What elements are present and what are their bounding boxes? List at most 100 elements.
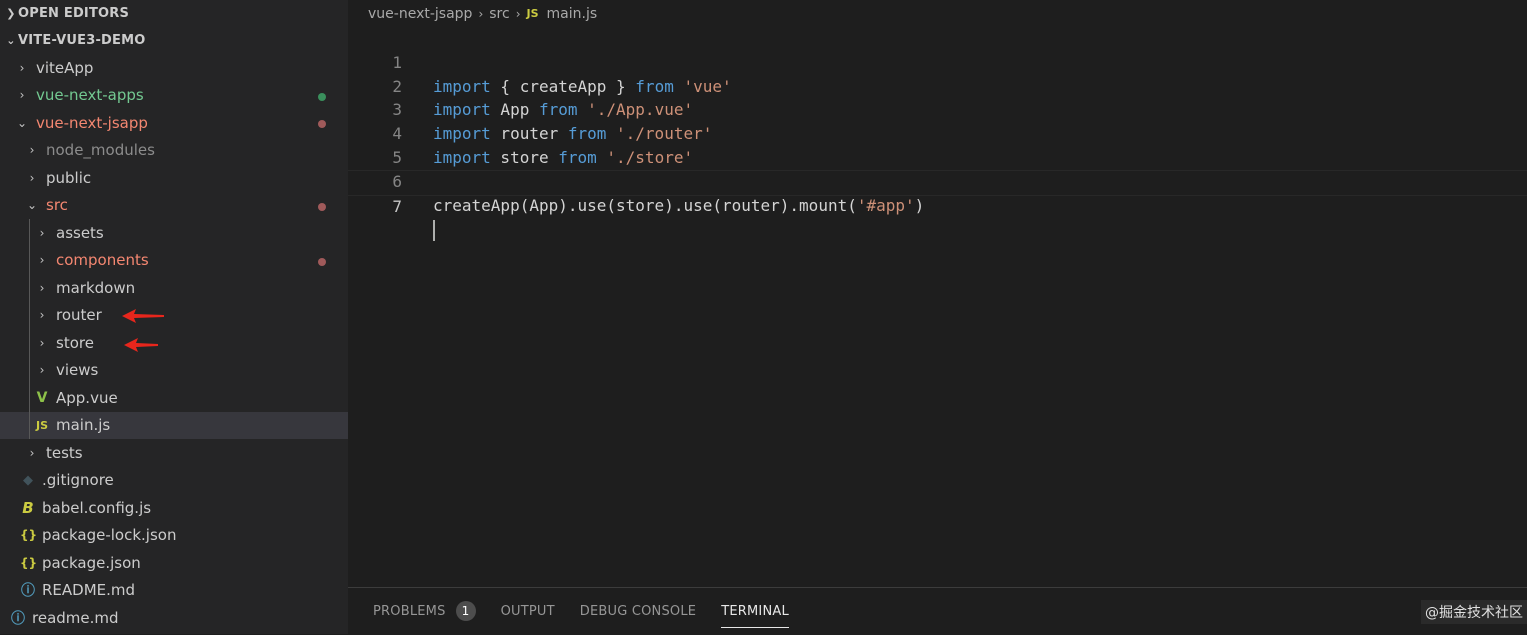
tree-item-label: main.js: [56, 416, 111, 435]
tab-label: OUTPUT: [500, 603, 555, 619]
chevron-right-icon: ›: [39, 308, 45, 323]
indent-guide: [29, 411, 30, 439]
watermark: @掘金技术社区: [1421, 600, 1527, 624]
breadcrumb-file[interactable]: main.js: [547, 6, 598, 22]
chevron-down-icon: ⌄: [26, 198, 38, 213]
tree-item-label: views: [56, 361, 99, 380]
tab-debug-console[interactable]: DEBUG CONSOLE: [580, 588, 696, 634]
json-file-icon: {}: [20, 528, 38, 543]
git-modified-dot: [318, 202, 326, 211]
tree-item-readme-upper[interactable]: ⓘ README.md: [0, 577, 348, 605]
tree-item-src[interactable]: ⌄ src: [0, 192, 348, 220]
tree-item-public[interactable]: › public: [0, 164, 348, 192]
chevron-down-icon: ⌄: [16, 115, 28, 130]
code-editor[interactable]: 1 import { createApp } from 'vue' 2 impo…: [348, 27, 1527, 242]
chevron-right-icon: ›: [478, 6, 484, 21]
vue-file-icon: V: [36, 389, 48, 406]
chevron-right-icon: ›: [29, 170, 35, 185]
indent-guide: [29, 301, 30, 329]
text-cursor: [433, 220, 435, 242]
tree-item-readme-lower[interactable]: ⓘ readme.md: [0, 604, 348, 632]
breadcrumb-folder[interactable]: vue-next-jsapp: [368, 6, 472, 22]
tree-item-label: router: [56, 306, 102, 325]
git-modified-dot: [318, 257, 326, 266]
tree-item-package-json[interactable]: {} package.json: [0, 549, 348, 577]
tree-item-label: public: [46, 168, 92, 187]
red-arrow-router: [122, 309, 164, 323]
tree-item-label: package.json: [42, 553, 141, 572]
indent-guide: [29, 274, 30, 302]
info-file-icon: ⓘ: [11, 610, 25, 627]
tree-item-views[interactable]: › views: [0, 356, 348, 384]
tree-item-viteapp[interactable]: › viteApp: [0, 54, 348, 82]
line-text: [433, 218, 435, 242]
tree-item-label: .gitignore: [42, 471, 114, 490]
git-added-dot: [318, 92, 326, 101]
tree-item-label: src: [46, 196, 68, 215]
tree-item-main-js[interactable]: JS main.js: [0, 411, 348, 439]
problems-count-badge: 1: [455, 601, 476, 621]
tree-item-babel-config[interactable]: B babel.config.js: [0, 494, 348, 522]
indent-guide: [29, 384, 30, 412]
info-file-icon: ⓘ: [21, 583, 35, 600]
tree-item-store[interactable]: › store: [0, 329, 348, 357]
tree-item-app-vue[interactable]: V App.vue: [0, 384, 348, 412]
tree-item-label: store: [56, 333, 94, 352]
tree-item-vue-next-apps[interactable]: › vue-next-apps: [0, 82, 348, 110]
tree-item-router[interactable]: › router: [0, 301, 348, 329]
tab-label: TERMINAL: [721, 603, 789, 619]
chevron-right-icon: ›: [515, 6, 521, 21]
chevron-right-icon: ›: [39, 253, 45, 268]
chevron-right-icon: ›: [39, 280, 45, 295]
chevron-right-icon: ❯: [6, 7, 16, 20]
chevron-right-icon: ›: [29, 445, 35, 460]
workspace-header[interactable]: ⌄ VITE-VUE3-DEMO: [0, 27, 348, 54]
code-line[interactable]: 4 import store from './store': [348, 98, 1527, 167]
tree-item-package-lock[interactable]: {} package-lock.json: [0, 522, 348, 550]
tab-terminal[interactable]: TERMINAL: [721, 588, 789, 634]
tree-item-markdown[interactable]: › markdown: [0, 274, 348, 302]
tree-item-label: readme.md: [32, 608, 119, 627]
red-arrow-store: [124, 338, 158, 352]
tree-item-label: vue-next-apps: [36, 86, 144, 105]
chevron-right-icon: ›: [19, 60, 25, 75]
tree-item-label: vue-next-jsapp: [36, 113, 148, 132]
chevron-right-icon: ›: [39, 335, 45, 350]
indent-guide: [29, 246, 30, 274]
editor-area[interactable]: vue-next-jsapp › src › JS main.js 1 impo…: [348, 0, 1527, 587]
code-line[interactable]: 6 createApp(App).use(store).use(router).…: [348, 146, 1527, 215]
code-line[interactable]: 3 import router from './router': [348, 75, 1527, 143]
tree-item-tests[interactable]: › tests: [0, 439, 348, 467]
chevron-right-icon: ›: [39, 363, 45, 378]
code-line[interactable]: 2 import App from './App.vue': [348, 51, 1527, 120]
workspace-label: VITE-VUE3-DEMO: [18, 33, 146, 48]
tree-item-label: babel.config.js: [42, 498, 152, 517]
breadcrumb: vue-next-jsapp › src › JS main.js: [348, 0, 1527, 27]
code-line-current[interactable]: 7: [348, 169, 1527, 242]
tree-item-gitignore[interactable]: ◆ .gitignore: [0, 467, 348, 495]
tree-item-label: assets: [56, 223, 104, 242]
babel-file-icon: B: [22, 498, 34, 517]
indent-guide: [29, 356, 30, 384]
tab-output[interactable]: OUTPUT: [501, 588, 555, 634]
tree-item-label: tests: [46, 443, 83, 462]
indent-guide: [29, 219, 30, 247]
code-line[interactable]: 5: [348, 122, 1527, 167]
tree-item-node-modules[interactable]: › node_modules: [0, 137, 348, 165]
code-line[interactable]: 1 import { createApp } from 'vue': [348, 27, 1527, 96]
indent-guide: [29, 329, 30, 357]
chevron-right-icon: ›: [39, 225, 45, 240]
open-editors-header[interactable]: ❯ OPEN EDITORS: [0, 0, 348, 27]
breadcrumb-subfolder[interactable]: src: [489, 6, 509, 22]
tree-item-assets[interactable]: › assets: [0, 219, 348, 247]
tab-problems[interactable]: PROBLEMS 1: [373, 588, 476, 634]
chevron-right-icon: ›: [19, 88, 25, 103]
tree-item-label: viteApp: [36, 58, 94, 77]
tree-item-label: README.md: [42, 581, 136, 600]
git-modified-dot: [318, 120, 326, 128]
tree-item-vue-next-jsapp[interactable]: ⌄ vue-next-jsapp: [0, 109, 348, 137]
json-file-icon: {}: [20, 555, 38, 570]
tree-item-components[interactable]: › components: [0, 246, 348, 274]
bottom-panel: PROBLEMS 1 OUTPUT DEBUG CONSOLE TERMINAL…: [348, 587, 1527, 635]
tree-item-label: package-lock.json: [42, 526, 177, 545]
